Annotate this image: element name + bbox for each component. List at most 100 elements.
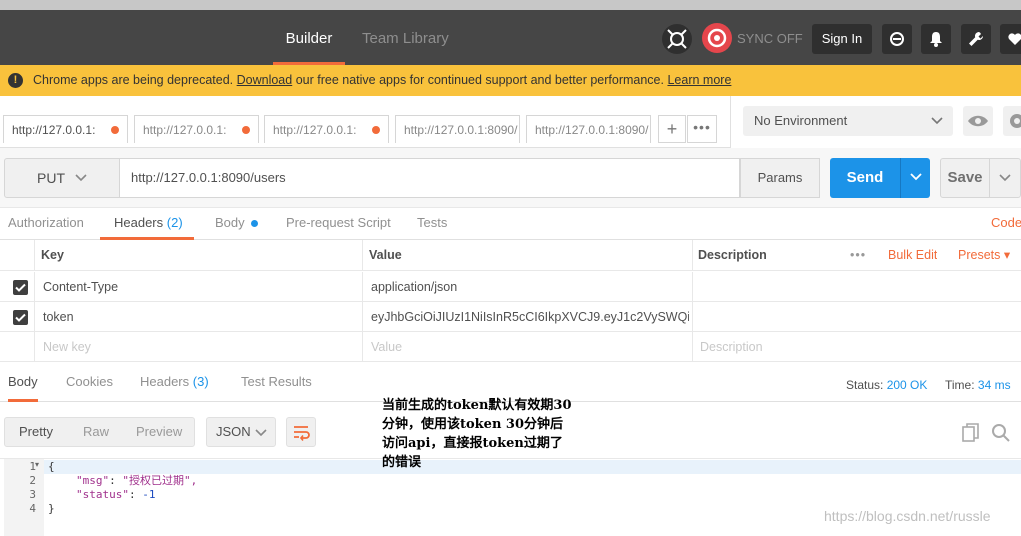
new-description-input[interactable]: Description <box>700 332 763 362</box>
search-icon[interactable] <box>991 423 1011 443</box>
column-divider <box>34 240 35 271</box>
request-tab[interactable]: http://127.0.0.1: <box>3 115 128 143</box>
line-number: 1 <box>29 460 36 473</box>
response-tab-cookies[interactable]: Cookies <box>66 374 113 389</box>
response-tab-test-results[interactable]: Test Results <box>241 374 312 389</box>
response-tab-headers[interactable]: Headers (3) <box>140 374 209 389</box>
column-divider <box>692 332 693 362</box>
sign-in-button[interactable]: Sign In <box>812 24 872 54</box>
request-url-row: PUT http://127.0.0.1:8090/users Params S… <box>0 148 1021 208</box>
json-value: -1 <box>142 488 156 501</box>
chevron-down-icon <box>910 173 922 181</box>
new-value-input[interactable]: Value <box>371 332 402 362</box>
interceptor-icon[interactable] <box>662 24 692 54</box>
code-line: "msg": "授权已过期", <box>76 474 198 487</box>
tab-team-library[interactable]: Team Library <box>362 10 449 65</box>
sync-icon[interactable] <box>702 23 732 53</box>
url-input[interactable]: http://127.0.0.1:8090/users <box>120 158 740 198</box>
method-label: PUT <box>37 170 65 186</box>
watermark: https://blog.csdn.net/russle <box>824 508 991 524</box>
download-link[interactable]: Download <box>237 73 293 87</box>
response-status: Status: 200 OK <box>846 378 927 392</box>
gear-icon[interactable] <box>1003 106 1021 136</box>
tab-headers[interactable]: Headers (2) <box>100 208 194 240</box>
format-label: JSON <box>216 424 251 439</box>
code-line: "status": -1 <box>76 488 156 501</box>
tab-builder[interactable]: Builder <box>273 10 345 65</box>
code-link[interactable]: Code <box>991 208 1021 240</box>
fold-arrow-icon[interactable]: ▾ <box>35 460 39 469</box>
column-divider <box>692 272 693 302</box>
table-row-new: New key Value Description <box>0 332 1021 362</box>
method-select[interactable]: PUT <box>4 158 120 198</box>
format-select[interactable]: JSON <box>206 417 276 447</box>
chevron-down-icon <box>75 174 87 182</box>
table-header-row: Key Value Description ••• Bulk Edit Pres… <box>0 240 1021 271</box>
bell-icon[interactable] <box>921 24 951 54</box>
row-checkbox[interactable] <box>13 310 28 325</box>
eye-icon[interactable] <box>963 106 993 136</box>
json-value: "授权已过期", <box>122 474 198 487</box>
annotation-line: 的错误 <box>382 455 422 470</box>
banner-text-after: our free native apps for continued suppo… <box>295 73 664 87</box>
presets-dropdown[interactable]: Presets ▾ <box>958 240 1010 270</box>
environment-select[interactable]: No Environment <box>743 106 953 136</box>
request-tab[interactable]: http://127.0.0.1:8090/ <box>526 115 651 143</box>
request-tab-label: http://127.0.0.1:8090/ <box>404 123 518 137</box>
code-line: { <box>48 460 55 473</box>
tab-body[interactable]: Body <box>215 208 259 240</box>
chevron-down-icon <box>255 429 267 437</box>
column-divider <box>362 240 363 271</box>
annotation-line: 访问api，直接报token过期了 <box>382 436 563 451</box>
browser-top-strip <box>0 0 1021 10</box>
save-options-button[interactable] <box>989 158 1021 198</box>
more-options-icon[interactable]: ••• <box>850 240 866 270</box>
tab-authorization[interactable]: Authorization <box>8 208 84 240</box>
save-button[interactable]: Save <box>940 158 990 198</box>
tab-headers-count: (2) <box>166 215 183 230</box>
params-button[interactable]: Params <box>740 158 820 198</box>
request-tab[interactable]: http://127.0.0.1: <box>264 115 389 143</box>
column-divider <box>362 302 363 332</box>
new-key-input[interactable]: New key <box>43 332 91 362</box>
tab-prerequest-script[interactable]: Pre-request Script <box>286 208 391 240</box>
bulk-edit-link[interactable]: Bulk Edit <box>888 240 937 270</box>
response-tab-body[interactable]: Body <box>8 374 38 402</box>
send-options-button[interactable] <box>900 158 930 198</box>
line-number: 2 <box>29 474 36 487</box>
row-checkbox[interactable] <box>13 280 28 295</box>
tab-tests[interactable]: Tests <box>417 208 447 240</box>
status-label: Status: <box>846 378 884 392</box>
presets-label: Presets <box>958 248 1001 262</box>
wrench-icon[interactable] <box>961 24 991 54</box>
new-tab-plus-icon[interactable]: + <box>658 115 686 143</box>
send-button[interactable]: Send <box>830 158 900 198</box>
header-key[interactable]: token <box>43 302 358 332</box>
copy-icon[interactable] <box>962 423 980 443</box>
view-preview-button[interactable]: Preview <box>136 418 182 446</box>
header-value[interactable]: application/json <box>371 272 686 302</box>
headers-table: Key Value Description ••• Bulk Edit Pres… <box>0 240 1021 362</box>
tab-options-icon[interactable]: ••• <box>687 115 717 143</box>
column-divider <box>692 240 693 271</box>
request-subtabs: Authorization Headers (2) Body Pre-reque… <box>0 208 1021 240</box>
view-pretty-button[interactable]: Pretty <box>19 418 53 446</box>
heart-icon[interactable] <box>1000 24 1021 54</box>
satellite-icon[interactable] <box>882 24 912 54</box>
line-number-gutter: 1 ▾ 2 3 4 <box>4 459 44 536</box>
json-key: "msg" <box>76 474 110 487</box>
environment-selected: No Environment <box>754 113 848 128</box>
request-tab[interactable]: http://127.0.0.1:8090/ <box>395 115 520 143</box>
view-raw-button[interactable]: Raw <box>83 418 109 446</box>
column-key: Key <box>41 248 64 262</box>
header-key[interactable]: Content-Type <box>43 272 358 302</box>
sync-status-label: SYNC OFF <box>737 31 803 46</box>
column-description: Description <box>698 248 767 262</box>
tab-headers-label: Headers <box>114 215 164 230</box>
learn-more-link[interactable]: Learn more <box>667 73 731 87</box>
environment-bar: No Environment <box>730 96 1021 148</box>
annotation-note: 当前生成的token默认有效期30 分钟，使用该token 30分钟后 访问ap… <box>382 396 612 472</box>
header-value[interactable]: eyJhbGciOiJIUzI1NiIsInR5cCI6IkpXVCJ9.eyJ… <box>371 302 689 332</box>
wrap-lines-icon[interactable] <box>286 417 316 447</box>
request-tab[interactable]: http://127.0.0.1: <box>134 115 259 143</box>
